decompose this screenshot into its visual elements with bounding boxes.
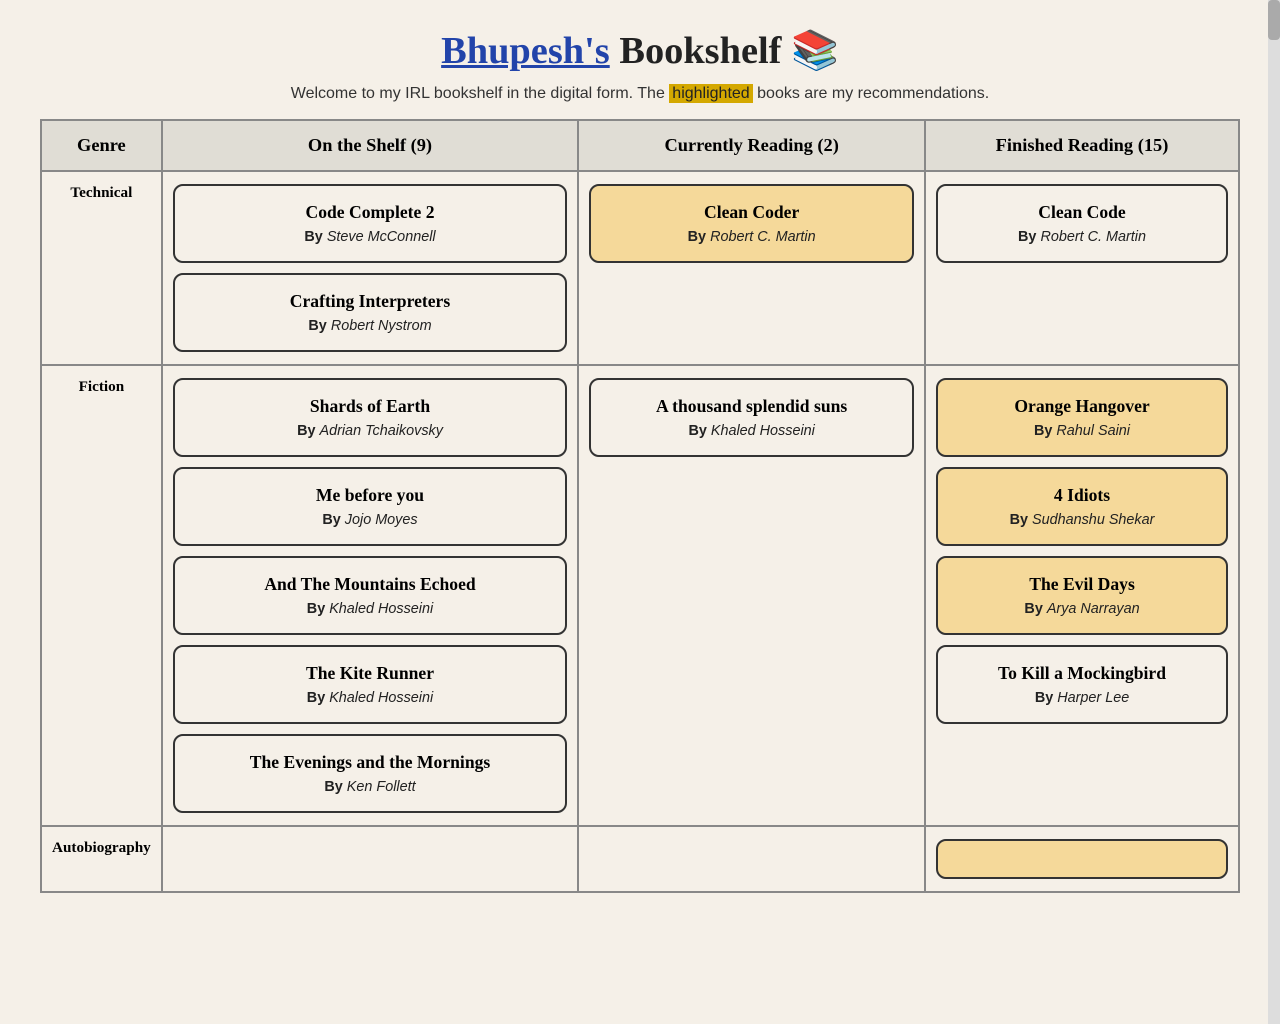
author-name: Robert C. Martin xyxy=(710,229,816,245)
by-label: By xyxy=(1018,229,1040,245)
col-shelf: On the Shelf (9) xyxy=(162,120,579,171)
book-card-partial xyxy=(936,839,1228,879)
author-name: Robert Nystrom xyxy=(331,318,432,334)
book-author: By Robert Nystrom xyxy=(189,318,552,334)
highlighted-label: highlighted xyxy=(669,84,752,103)
col-reading: Currently Reading (2) xyxy=(578,120,925,171)
book-title: And The Mountains Echoed xyxy=(189,574,552,595)
shelf-cell-autobiography xyxy=(162,826,579,892)
book-author: By Khaled Hosseini xyxy=(189,601,552,617)
by-label: By xyxy=(322,512,344,528)
by-label: By xyxy=(297,423,319,439)
author-name: Ken Follett xyxy=(347,779,416,795)
page-header: Bhupesh's Bookshelf 📚 Welcome to my IRL … xyxy=(0,0,1280,119)
finished-cell-technical: Clean Code By Robert C. Martin xyxy=(925,171,1239,365)
reading-cell-technical: Clean Coder By Robert C. Martin xyxy=(578,171,925,365)
book-card: Orange Hangover By Rahul Saini xyxy=(936,378,1228,457)
book-author: By Steve McConnell xyxy=(189,229,552,245)
by-label: By xyxy=(307,690,329,706)
book-card: Code Complete 2 By Steve McConnell xyxy=(173,184,568,263)
scrollbar[interactable] xyxy=(1268,0,1280,1024)
finished-cell-autobiography xyxy=(925,826,1239,892)
finished-cell-fiction: Orange Hangover By Rahul Saini 4 Idiots By … xyxy=(925,365,1239,826)
book-author: By Sudhanshu Shekar xyxy=(952,512,1212,528)
book-author: By Jojo Moyes xyxy=(189,512,552,528)
title-underline: Bhupesh's xyxy=(441,30,610,72)
book-title: Clean Code xyxy=(952,202,1212,223)
title-rest: Bookshelf 📚 xyxy=(610,30,839,72)
author-name: Rahul Saini xyxy=(1056,423,1130,439)
genre-cell-technical: Technical xyxy=(41,171,162,365)
genre-cell-autobiography: Autobiography xyxy=(41,826,162,892)
subtitle-before: Welcome to my IRL bookshelf in the digit… xyxy=(291,85,670,102)
author-name: Sudhanshu Shekar xyxy=(1032,512,1154,528)
reading-cell-autobiography xyxy=(578,826,925,892)
author-name: Robert C. Martin xyxy=(1040,229,1146,245)
col-genre: Genre xyxy=(41,120,162,171)
book-card: Clean Code By Robert C. Martin xyxy=(936,184,1228,263)
book-title: To Kill a Mockingbird xyxy=(952,663,1212,684)
book-author: By Khaled Hosseini xyxy=(605,423,898,439)
subtitle: Welcome to my IRL bookshelf in the digit… xyxy=(20,85,1260,103)
by-label: By xyxy=(688,423,710,439)
book-author: By Robert C. Martin xyxy=(605,229,898,245)
book-title: Shards of Earth xyxy=(189,396,552,417)
book-card: The Kite Runner By Khaled Hosseini xyxy=(173,645,568,724)
book-author: By Arya Narrayan xyxy=(952,601,1212,617)
book-author: By Robert C. Martin xyxy=(952,229,1212,245)
col-finished: Finished Reading (15) xyxy=(925,120,1239,171)
book-card: A thousand splendid suns By Khaled Hossei… xyxy=(589,378,914,457)
author-name: Arya Narrayan xyxy=(1047,601,1140,617)
by-label: By xyxy=(1024,601,1046,617)
book-card: Clean Coder By Robert C. Martin xyxy=(589,184,914,263)
book-title: Orange Hangover xyxy=(952,396,1212,417)
book-author: By Khaled Hosseini xyxy=(189,690,552,706)
book-title: Clean Coder xyxy=(605,202,898,223)
book-title: Me before you xyxy=(189,485,552,506)
scrollbar-thumb[interactable] xyxy=(1268,0,1280,40)
book-card: The Evenings and the Mornings By Ken Foll… xyxy=(173,734,568,813)
subtitle-after: books are my recommendations. xyxy=(753,85,990,102)
reading-cell-fiction: A thousand splendid suns By Khaled Hossei… xyxy=(578,365,925,826)
book-title: Crafting Interpreters xyxy=(189,291,552,312)
author-name: Khaled Hosseini xyxy=(329,690,433,706)
author-name: Jojo Moyes xyxy=(345,512,418,528)
page-title: Bhupesh's Bookshelf 📚 xyxy=(20,28,1260,73)
by-label: By xyxy=(308,318,330,334)
book-card: Shards of Earth By Adrian Tchaikovsky xyxy=(173,378,568,457)
book-author: By Ken Follett xyxy=(189,779,552,795)
by-label: By xyxy=(1034,423,1056,439)
author-name: Adrian Tchaikovsky xyxy=(319,423,442,439)
book-title: Code Complete 2 xyxy=(189,202,552,223)
by-label: By xyxy=(1010,512,1032,528)
author-name: Harper Lee xyxy=(1057,690,1129,706)
by-label: By xyxy=(307,601,329,617)
book-title: The Kite Runner xyxy=(189,663,552,684)
by-label: By xyxy=(304,229,326,245)
book-author: By Rahul Saini xyxy=(952,423,1212,439)
genre-cell-fiction: Fiction xyxy=(41,365,162,826)
book-title: 4 Idiots xyxy=(952,485,1212,506)
book-title: The Evenings and the Mornings xyxy=(189,752,552,773)
book-card: Crafting Interpreters By Robert Nystrom xyxy=(173,273,568,352)
book-card: 4 Idiots By Sudhanshu Shekar xyxy=(936,467,1228,546)
bookshelf-table: Genre On the Shelf (9) Currently Reading… xyxy=(40,119,1240,893)
by-label: By xyxy=(324,779,346,795)
book-title: The Evil Days xyxy=(952,574,1212,595)
author-name: Khaled Hosseini xyxy=(329,601,433,617)
book-card: The Evil Days By Arya Narrayan xyxy=(936,556,1228,635)
shelf-cell-technical: Code Complete 2 By Steve McConnell Craftin… xyxy=(162,171,579,365)
book-card: And The Mountains Echoed By Khaled Hossei… xyxy=(173,556,568,635)
author-name: Steve McConnell xyxy=(327,229,436,245)
author-name: Khaled Hosseini xyxy=(711,423,815,439)
book-title: A thousand splendid suns xyxy=(605,396,898,417)
book-author: By Harper Lee xyxy=(952,690,1212,706)
book-card: Me before you By Jojo Moyes xyxy=(173,467,568,546)
book-card: To Kill a Mockingbird By Harper Lee xyxy=(936,645,1228,724)
by-label: By xyxy=(688,229,710,245)
book-author: By Adrian Tchaikovsky xyxy=(189,423,552,439)
by-label: By xyxy=(1035,690,1057,706)
shelf-cell-fiction: Shards of Earth By Adrian Tchaikovsky Me b… xyxy=(162,365,579,826)
